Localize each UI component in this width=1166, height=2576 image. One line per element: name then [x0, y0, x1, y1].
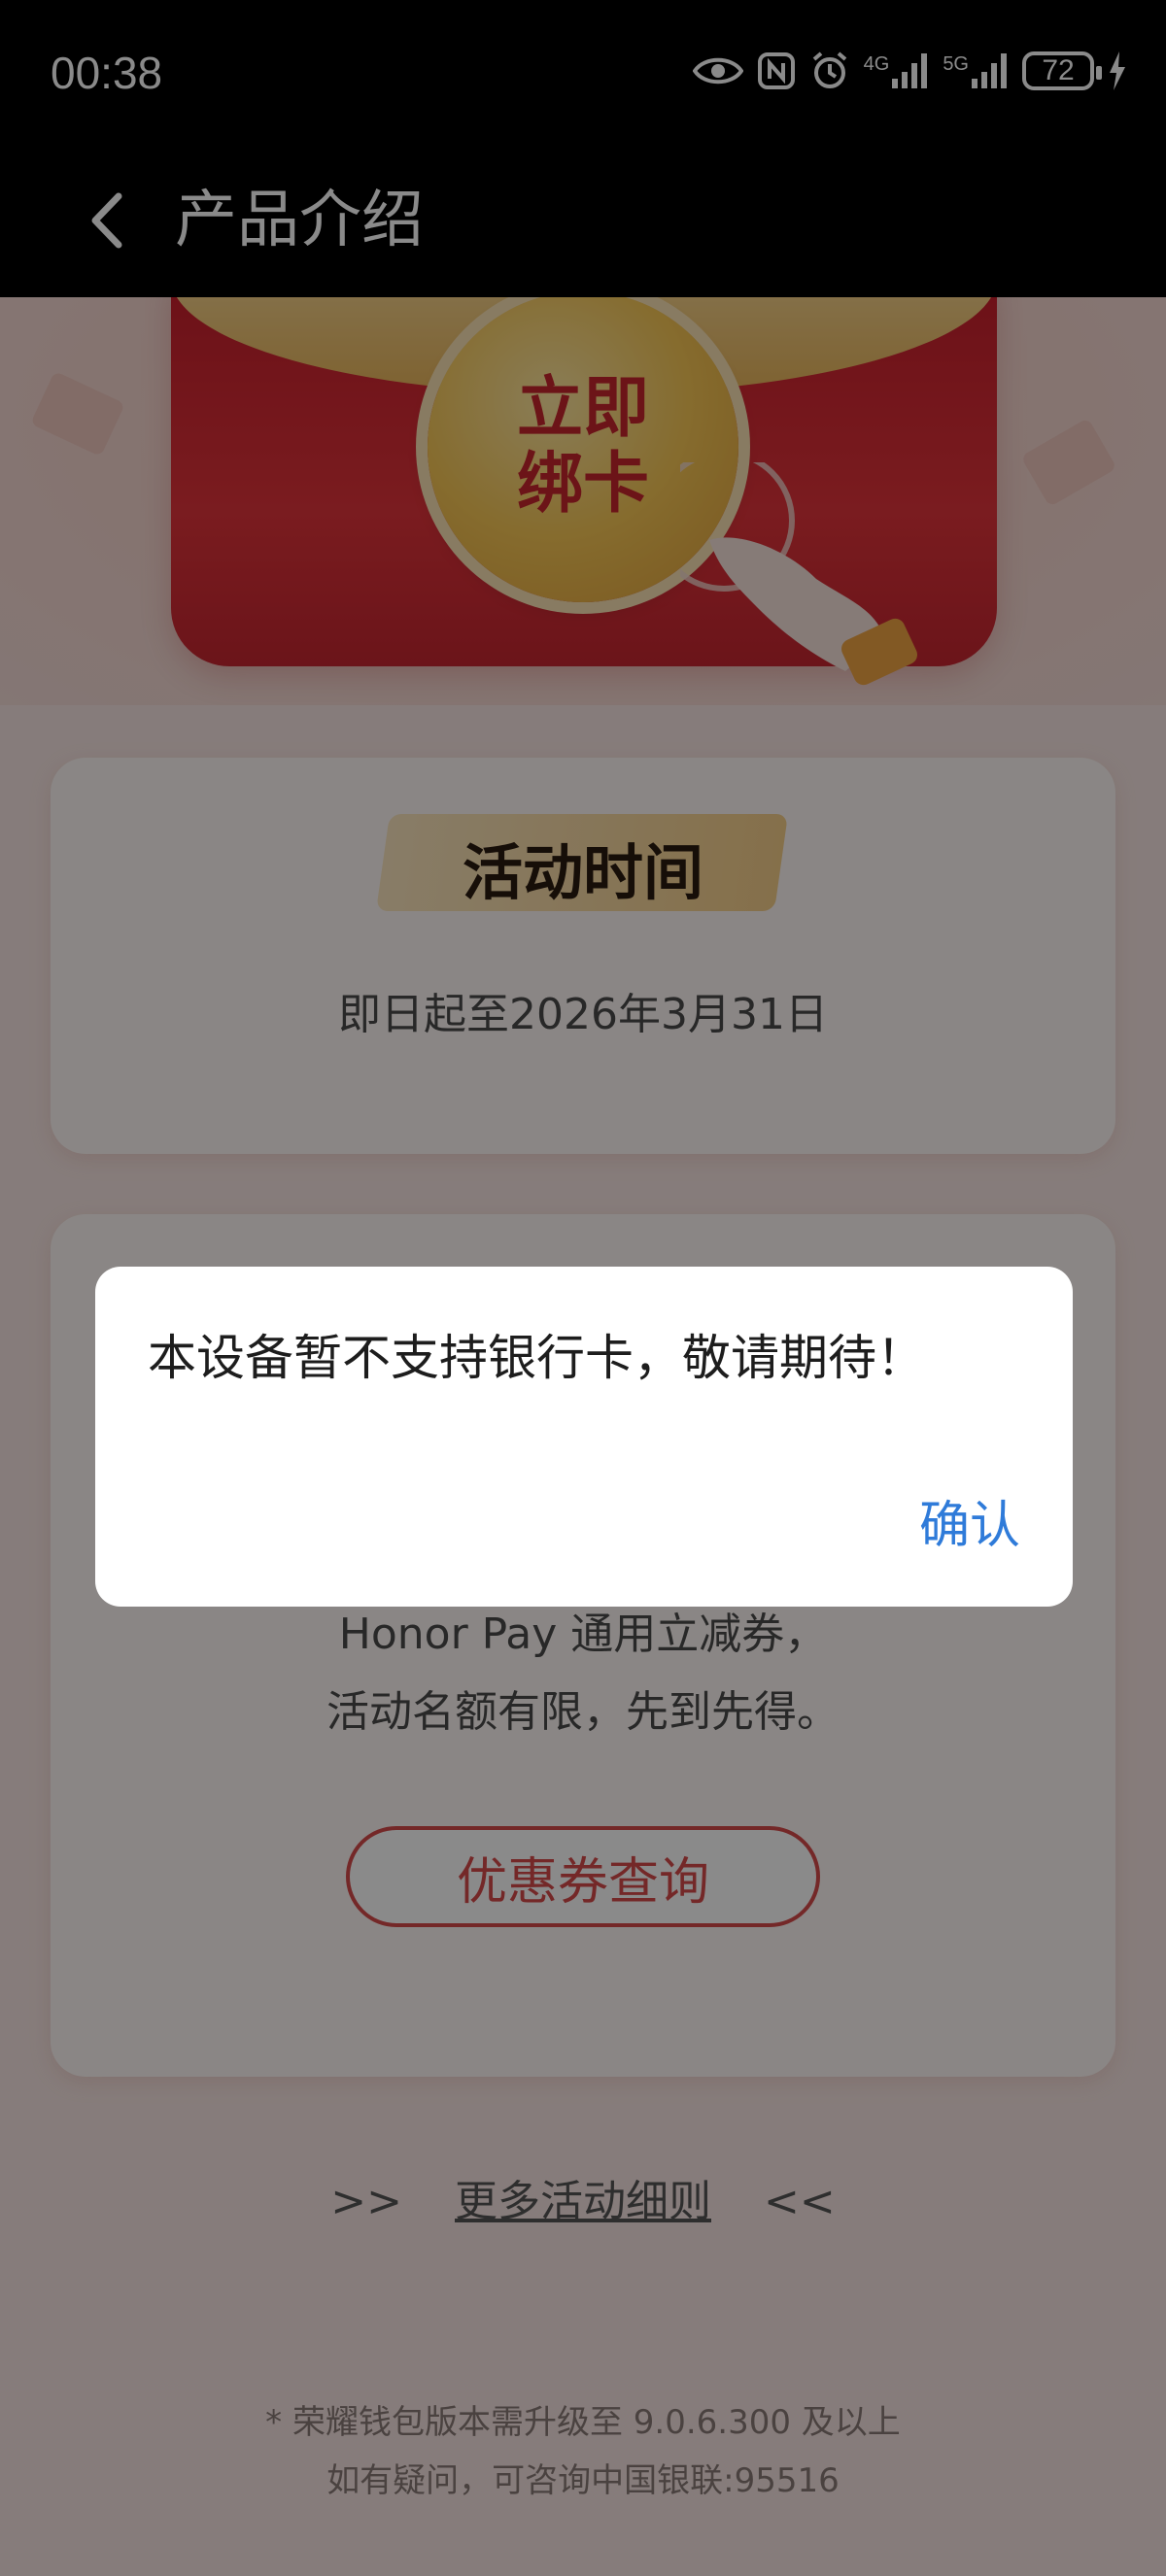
unsupported-dialog: 本设备暂不支持银行卡，敬请期待！ 确认	[95, 1267, 1073, 1607]
dialog-message: 本设备暂不支持银行卡，敬请期待！	[148, 1330, 925, 1386]
dialog-confirm-button[interactable]: 确认	[919, 1484, 1020, 1557]
